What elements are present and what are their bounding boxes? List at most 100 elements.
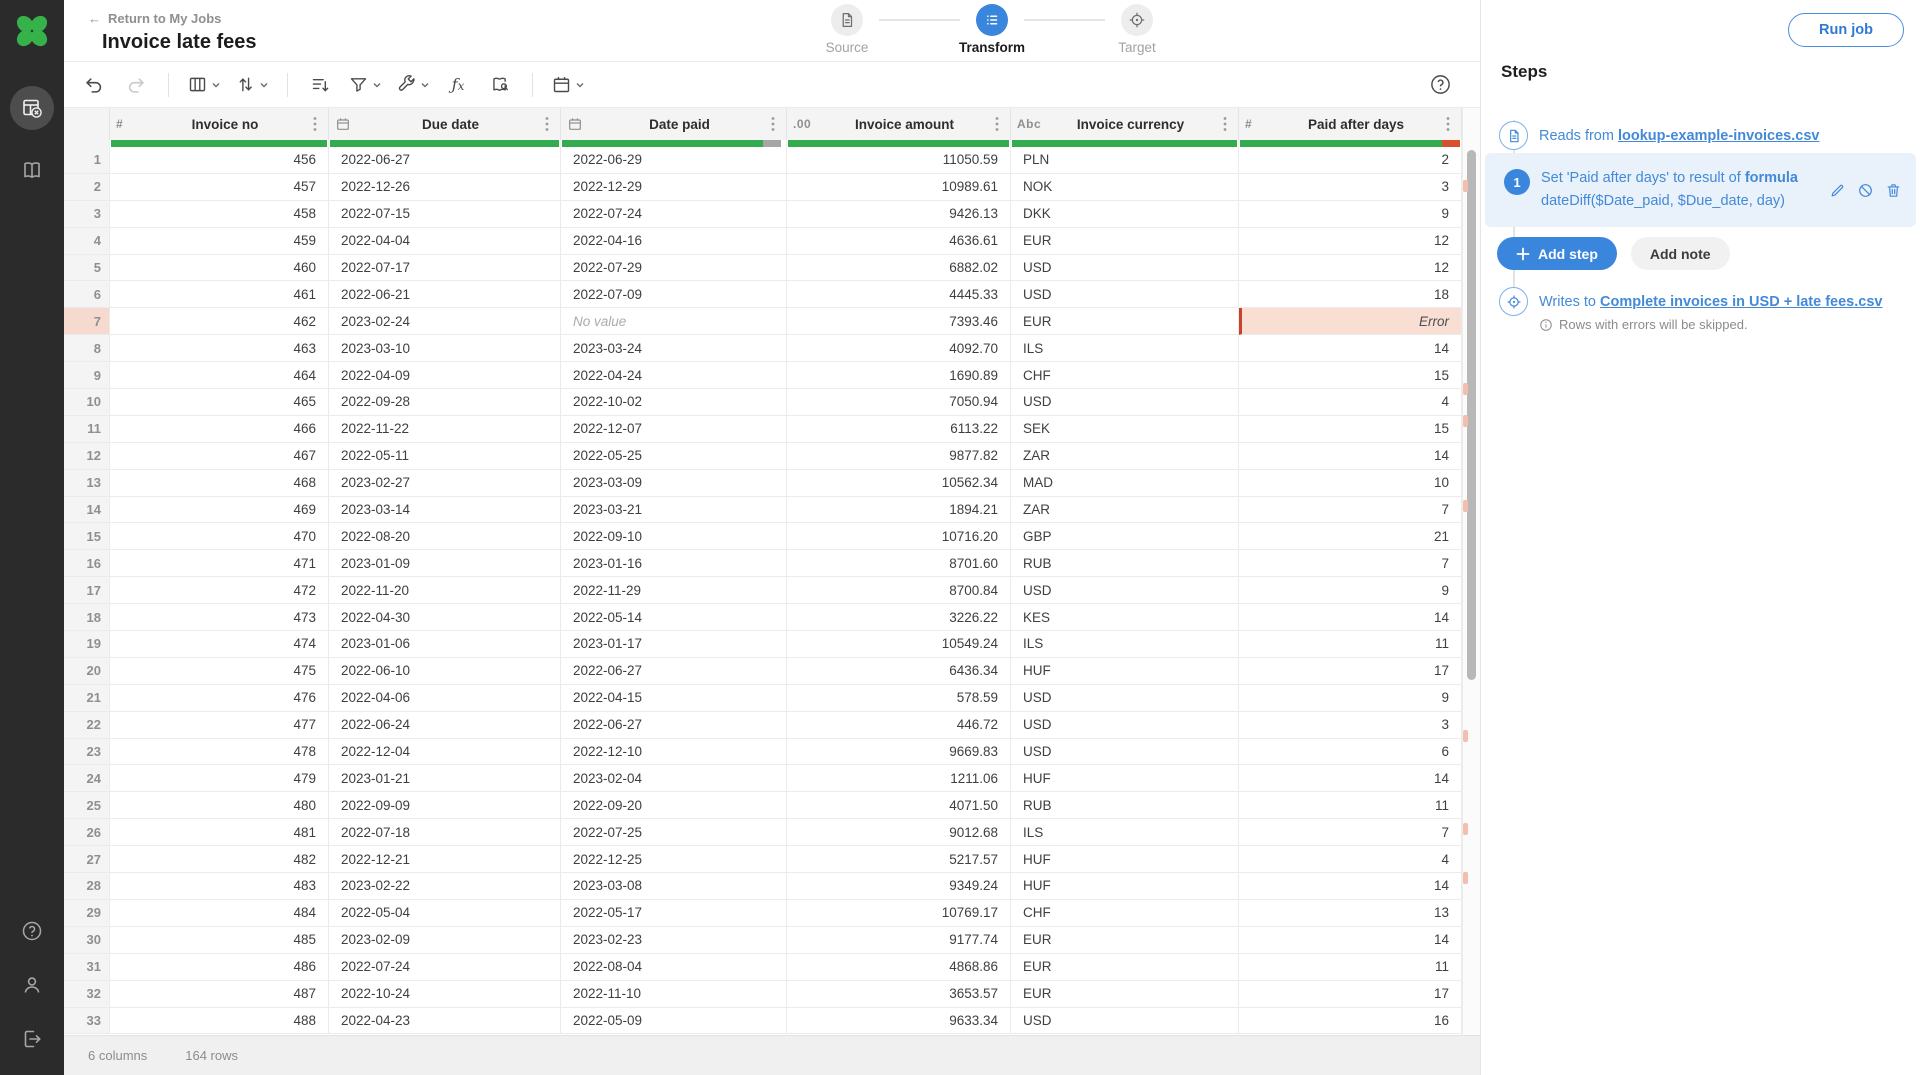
cell[interactable]: 487 (110, 981, 329, 1008)
cell[interactable]: 1894.21 (787, 497, 1011, 524)
column-menu-button[interactable] (1218, 116, 1232, 132)
cell[interactable]: EUR (1011, 228, 1239, 255)
cell[interactable]: EUR (1011, 954, 1239, 981)
cell[interactable]: 488 (110, 1008, 329, 1035)
cell[interactable]: 15 (1239, 416, 1462, 443)
cell[interactable]: 2022-10-24 (329, 981, 561, 1008)
column-header-due-date[interactable]: Due date (329, 108, 561, 140)
cell[interactable]: 7 (1239, 819, 1462, 846)
sidebar-item-docs[interactable] (10, 148, 54, 192)
edit-step-button[interactable] (1829, 182, 1846, 199)
cell[interactable]: 7 (1239, 497, 1462, 524)
cell[interactable]: 11050.59 (787, 147, 1011, 174)
cell[interactable]: NOK (1011, 174, 1239, 201)
cell[interactable]: 2022-07-17 (329, 255, 561, 282)
cell[interactable]: 2022-09-28 (329, 389, 561, 416)
cell[interactable]: 2022-11-10 (561, 981, 787, 1008)
cell[interactable]: 1211.06 (787, 765, 1011, 792)
cell[interactable]: 2023-02-09 (329, 927, 561, 954)
row-number[interactable]: 1 (64, 147, 110, 174)
cell[interactable]: 2 (1239, 147, 1462, 174)
cell[interactable]: 2022-07-29 (561, 255, 787, 282)
cell[interactable]: 2022-12-25 (561, 846, 787, 873)
column-header-date-paid[interactable]: Date paid (561, 108, 787, 140)
cell[interactable]: 10562.34 (787, 470, 1011, 497)
cell[interactable]: 2022-12-07 (561, 416, 787, 443)
column-header-paid-after-days[interactable]: #Paid after days (1239, 108, 1462, 140)
column-menu-button[interactable] (766, 116, 780, 132)
cell[interactable]: 7050.94 (787, 389, 1011, 416)
row-number[interactable]: 32 (64, 981, 110, 1008)
cell[interactable]: 2022-07-24 (329, 954, 561, 981)
cell[interactable]: 2022-04-24 (561, 362, 787, 389)
row-number[interactable]: 21 (64, 685, 110, 712)
cell[interactable]: 18 (1239, 281, 1462, 308)
cell[interactable]: 2022-04-30 (329, 604, 561, 631)
stepper-step-transform[interactable]: Transform (960, 4, 1024, 55)
cell[interactable]: 4 (1239, 846, 1462, 873)
cell[interactable]: HUF (1011, 846, 1239, 873)
cell[interactable]: 2022-11-29 (561, 577, 787, 604)
cell[interactable]: 8701.60 (787, 550, 1011, 577)
cell[interactable]: DKK (1011, 201, 1239, 228)
cell[interactable]: USD (1011, 739, 1239, 766)
row-number[interactable]: 26 (64, 819, 110, 846)
cell[interactable]: 2023-03-21 (561, 497, 787, 524)
cell[interactable]: 2022-08-04 (561, 954, 787, 981)
cell[interactable]: 2023-03-10 (329, 335, 561, 362)
cell[interactable]: 4092.70 (787, 335, 1011, 362)
row-number[interactable]: 33 (64, 1008, 110, 1035)
cell[interactable]: 2023-01-17 (561, 631, 787, 658)
cell[interactable]: 11 (1239, 631, 1462, 658)
cell[interactable]: 2022-11-22 (329, 416, 561, 443)
toolbar-help-button[interactable] (1426, 70, 1454, 100)
cell[interactable]: 2023-01-06 (329, 631, 561, 658)
column-header-invoice-currency[interactable]: AbcInvoice currency (1011, 108, 1239, 140)
cell[interactable]: EUR (1011, 981, 1239, 1008)
cell[interactable]: 11 (1239, 954, 1462, 981)
delete-step-button[interactable] (1885, 182, 1902, 199)
cell[interactable]: 2022-12-21 (329, 846, 561, 873)
cell[interactable]: 2022-12-29 (561, 174, 787, 201)
cell[interactable]: GBP (1011, 523, 1239, 550)
cell[interactable]: ILS (1011, 335, 1239, 362)
cell[interactable]: 2022-05-09 (561, 1008, 787, 1035)
cell[interactable]: 6113.22 (787, 416, 1011, 443)
cell[interactable]: 12 (1239, 228, 1462, 255)
cell[interactable]: 2022-04-23 (329, 1008, 561, 1035)
cell[interactable]: 484 (110, 900, 329, 927)
cell[interactable]: 460 (110, 255, 329, 282)
cell[interactable]: 9 (1239, 685, 1462, 712)
row-number[interactable]: 4 (64, 228, 110, 255)
cell[interactable]: ZAR (1011, 443, 1239, 470)
cell[interactable]: 14 (1239, 765, 1462, 792)
cell[interactable]: MAD (1011, 470, 1239, 497)
cell[interactable]: 4 (1239, 389, 1462, 416)
cell[interactable]: EUR (1011, 927, 1239, 954)
cell[interactable]: 2022-12-26 (329, 174, 561, 201)
cell[interactable]: 4071.50 (787, 792, 1011, 819)
date-format-button[interactable] (551, 70, 585, 100)
cell[interactable]: 2022-09-20 (561, 792, 787, 819)
cell[interactable]: CHF (1011, 362, 1239, 389)
cell[interactable]: No value (561, 308, 787, 335)
row-number[interactable]: 14 (64, 497, 110, 524)
cell[interactable]: 9 (1239, 201, 1462, 228)
cell[interactable]: 7 (1239, 550, 1462, 577)
cell[interactable]: 2022-12-10 (561, 739, 787, 766)
cell[interactable]: 2022-04-16 (561, 228, 787, 255)
cell[interactable]: 4868.86 (787, 954, 1011, 981)
cell[interactable]: 2022-05-25 (561, 443, 787, 470)
back-link[interactable]: ← Return to My Jobs (88, 11, 221, 26)
cell[interactable]: 17 (1239, 981, 1462, 1008)
cell[interactable]: 485 (110, 927, 329, 954)
cell[interactable]: 469 (110, 497, 329, 524)
cell[interactable]: 6882.02 (787, 255, 1011, 282)
cell[interactable]: 2023-03-24 (561, 335, 787, 362)
cell[interactable]: 2022-07-25 (561, 819, 787, 846)
cell[interactable]: 486 (110, 954, 329, 981)
row-number[interactable]: 10 (64, 389, 110, 416)
cell[interactable]: 7393.46 (787, 308, 1011, 335)
cell[interactable]: 2023-02-27 (329, 470, 561, 497)
cell[interactable]: 14 (1239, 604, 1462, 631)
